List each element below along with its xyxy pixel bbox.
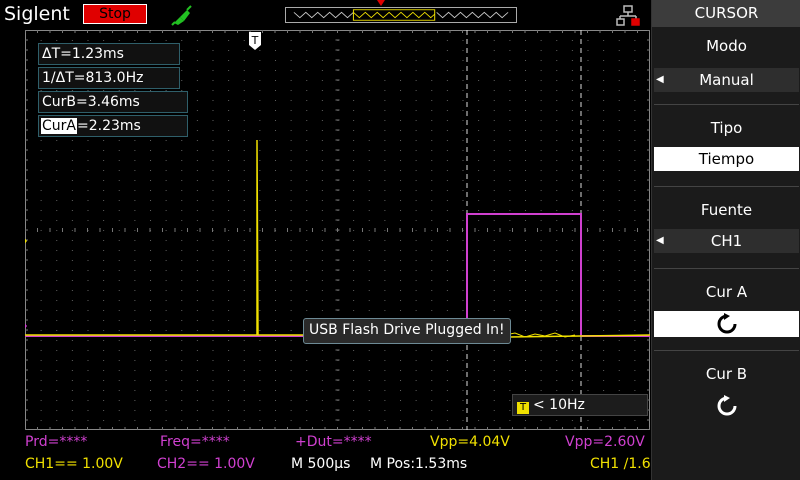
modo-label: Modo <box>706 37 747 55</box>
period-measure: Prd=**** <box>25 434 88 450</box>
fuente-select[interactable]: ◀ CH1 <box>654 229 799 253</box>
menu-divider <box>654 104 799 105</box>
tipo-select[interactable]: Tiempo <box>654 147 799 171</box>
cursor-b-readout: CurB=3.46ms <box>38 91 188 113</box>
inverse-delta-t-readout: 1/ΔT=813.0Hz <box>38 67 180 89</box>
menu-divider <box>654 268 799 269</box>
trigger-position-marker <box>377 0 385 6</box>
menu-title: CURSOR <box>652 0 800 27</box>
frequency-measure: Freq=**** <box>160 434 230 450</box>
tipo-value: Tiempo <box>698 150 755 168</box>
cur-a-knob-button[interactable] <box>654 311 799 337</box>
usb-connected-icon <box>616 5 640 26</box>
fuente-label: Fuente <box>700 201 753 219</box>
brand-label: Siglent <box>4 3 70 25</box>
frequency-counter-value: < 10Hz <box>533 397 585 413</box>
tipo-label: Tipo <box>710 119 743 137</box>
left-arrow-icon: ◀ <box>656 74 664 85</box>
trigger-icon: T <box>517 402 529 414</box>
cursor-menu-panel: CURSOR Modo ◀ Manual Tipo Tiempo Fuente ◀… <box>651 0 800 480</box>
fuente-value: CH1 <box>710 232 743 250</box>
ch1-vpp-measure: Vpp=4.04V <box>430 434 510 450</box>
left-arrow-icon: ◀ <box>656 235 664 246</box>
ch2-scale[interactable]: CH2== 1.00V <box>157 456 255 472</box>
menu-divider <box>654 350 799 351</box>
cur-b-label: Cur B <box>705 365 748 383</box>
usb-plugged-message: USB Flash Drive Plugged In! <box>303 318 511 344</box>
ch1-scale[interactable]: CH1== 1.00V <box>25 456 123 472</box>
probe-icon <box>171 5 192 26</box>
modo-value: Manual <box>699 71 754 89</box>
run-stop-status[interactable]: Stop <box>83 4 147 24</box>
cursor-a-label: CurA <box>41 118 77 134</box>
memory-depth-bar <box>285 7 517 23</box>
cur-b-knob-button[interactable] <box>654 393 799 419</box>
rotate-knob-icon <box>717 395 736 416</box>
top-status-bar: Siglent Stop <box>0 0 650 28</box>
duty-measure: +Dut=**** <box>295 434 372 450</box>
cursor-a-readout: CurA=2.23ms <box>38 115 188 137</box>
frequency-counter: T < 10Hz <box>512 394 648 416</box>
delta-t-readout: ΔT=1.23ms <box>38 43 180 65</box>
modo-select[interactable]: ◀ Manual <box>654 68 799 92</box>
svg-text:T: T <box>251 34 259 47</box>
menu-divider <box>654 186 799 187</box>
rotate-knob-icon <box>717 313 736 334</box>
cursor-a-value: =2.23ms <box>76 118 141 134</box>
timebase-scale[interactable]: M 500µs <box>291 456 350 472</box>
horizontal-position[interactable]: M Pos:1.53ms <box>370 456 467 472</box>
ch2-vpp-measure: Vpp=2.60V <box>565 434 645 450</box>
cur-a-label: Cur A <box>705 283 748 301</box>
waveform-display[interactable]: T T 2 <box>25 30 650 430</box>
